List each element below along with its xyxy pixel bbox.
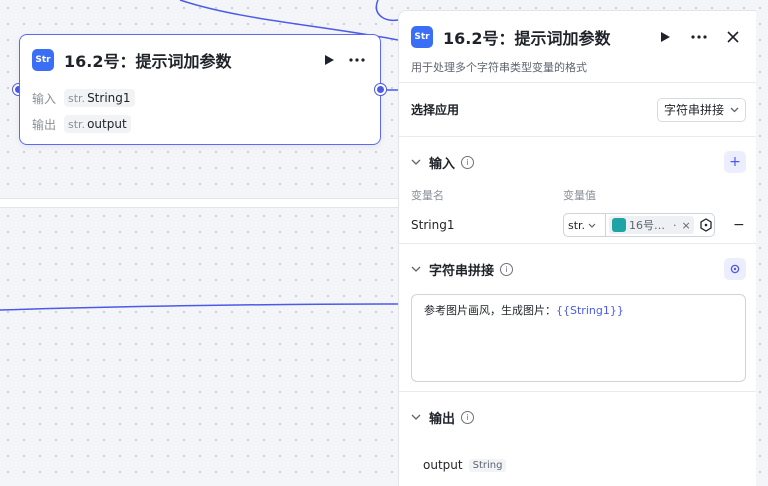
more-icon[interactable] — [346, 49, 368, 71]
node-output-port[interactable] — [375, 84, 386, 95]
output-type: str. — [68, 118, 86, 131]
string-app-icon: Str — [32, 49, 54, 71]
output-section-title: 输出 — [429, 411, 456, 427]
col-var-value: 变量值 — [563, 189, 596, 202]
concat-template-input[interactable]: 参考图片画风，生成图片：{{String1}} — [411, 294, 746, 382]
collapse-chevron-icon[interactable] — [411, 264, 429, 275]
collapse-chevron-icon[interactable] — [411, 412, 429, 423]
variable-value-field[interactable]: str. 16号… · × — [563, 213, 715, 237]
workflow-node[interactable]: Str 16.2号：提示词加参数 输入 str. String1 输出 str.… — [19, 34, 381, 145]
output-label: 输出 — [32, 117, 57, 132]
output-variable-row: output String — [411, 442, 746, 472]
remove-variable-button[interactable]: − — [733, 217, 745, 233]
output-variable-type: String — [468, 458, 507, 472]
input-section-title: 输入 — [429, 156, 456, 172]
variable-name: String1 — [411, 218, 455, 232]
output-section: 输出 i output String — [399, 392, 756, 472]
panel-app-icon: Str — [411, 26, 433, 48]
node-input-row: 输入 str. String1 — [20, 85, 380, 111]
input-tag: str. String1 — [64, 89, 135, 107]
panel-run-icon[interactable] — [654, 26, 676, 48]
input-value: String1 — [87, 91, 131, 105]
node-output-row: 输出 str. output — [20, 111, 380, 137]
select-app-label: 选择应用 — [411, 103, 460, 117]
app-select[interactable]: 字符串拼接 — [656, 97, 746, 122]
run-icon[interactable] — [318, 49, 340, 71]
close-icon[interactable] — [722, 26, 744, 48]
variable-reference: 16号… — [629, 219, 665, 232]
add-variable-button[interactable]: + — [724, 151, 746, 173]
template-text: 参考图片画风，生成图片： — [424, 304, 556, 317]
info-icon[interactable]: i — [461, 155, 475, 169]
panel-more-icon[interactable] — [688, 26, 710, 48]
output-value: output — [87, 117, 127, 131]
chevron-down-icon — [730, 107, 739, 112]
input-columns: 变量名 变量值 — [411, 187, 746, 205]
remove-ref-icon[interactable]: × — [682, 219, 691, 232]
template-variable: {{String1}} — [556, 304, 624, 317]
panel-description: 用于处理多个字符串类型变量的格式 — [411, 61, 587, 74]
node-title: 16.2号：提示词加参数 — [64, 52, 232, 71]
collapse-chevron-icon[interactable] — [411, 157, 429, 168]
layers-icon — [612, 218, 626, 232]
panel-header: Str 16.2号：提示词加参数 用于处理多个字符串类型变量的格式 — [399, 11, 756, 83]
output-variable-name: output — [423, 458, 463, 472]
app-select-value: 字符串拼接 — [663, 103, 724, 117]
node-header: Str 16.2号：提示词加参数 — [20, 35, 380, 85]
input-section: 输入 i + 变量名 变量值 String1 str. 16号… · × − — [399, 137, 756, 244]
node-settings-panel: Str 16.2号：提示词加参数 用于处理多个字符串类型变量的格式 选择应用 字… — [398, 10, 756, 486]
concat-settings-button[interactable] — [724, 258, 746, 280]
chevron-down-icon — [588, 223, 596, 228]
concat-section-title: 字符串拼接 — [429, 263, 495, 279]
input-label: 输入 — [32, 91, 57, 106]
settings-hex-icon[interactable] — [699, 218, 713, 232]
input-type: str. — [68, 92, 86, 105]
variable-row: String1 str. 16号… · × − — [411, 205, 746, 245]
variable-type: str. — [568, 218, 586, 232]
variable-type-select[interactable]: str. — [564, 214, 606, 236]
select-app-section: 选择应用 字符串拼接 — [399, 83, 756, 137]
info-icon[interactable]: i — [500, 262, 514, 276]
gear-icon — [730, 264, 740, 274]
variable-reference-suffix: · — [673, 218, 677, 232]
col-var-name: 变量名 — [411, 189, 444, 202]
variable-reference-chip[interactable]: 16号… · × — [609, 216, 694, 234]
output-tag: str. output — [64, 115, 131, 133]
concat-section: 字符串拼接 i 参考图片画风，生成图片：{{String1}} — [399, 244, 756, 392]
info-icon[interactable]: i — [461, 410, 475, 424]
panel-title: 16.2号：提示词加参数 — [443, 29, 611, 48]
